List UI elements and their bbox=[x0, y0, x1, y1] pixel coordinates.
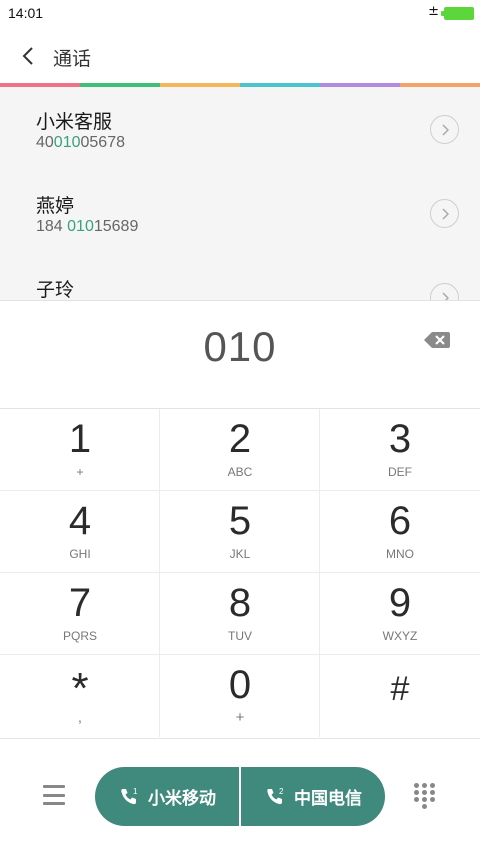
key-hash[interactable]: # bbox=[320, 655, 480, 737]
key-letters: TUV bbox=[228, 629, 252, 643]
keypad-toggle-button[interactable] bbox=[414, 783, 440, 811]
chevron-left-icon bbox=[22, 47, 33, 65]
call-sim2-button[interactable]: 2 中国电信 bbox=[241, 767, 385, 826]
contact-name: 子玲 bbox=[36, 279, 75, 300]
key-digit: 5 bbox=[228, 499, 252, 543]
number-match: 010 bbox=[67, 218, 94, 235]
svg-text:1: 1 bbox=[133, 787, 138, 796]
key-letters: MNO bbox=[386, 547, 414, 561]
key-digit: 4 bbox=[68, 499, 92, 543]
key-0[interactable]: 0 + bbox=[160, 655, 320, 737]
list-item[interactable]: 小米客服 4001005678 bbox=[0, 87, 480, 171]
key-digit: 3 bbox=[388, 417, 412, 461]
battery-icon bbox=[441, 7, 474, 20]
key-digit: # bbox=[390, 670, 410, 708]
charging-icon: ± bbox=[428, 4, 439, 19]
key-digit: 7 bbox=[68, 581, 92, 625]
header: 通话 bbox=[0, 28, 480, 83]
page-title: 通话 bbox=[53, 48, 92, 70]
contact-detail-button[interactable] bbox=[430, 199, 459, 228]
backspace-icon bbox=[424, 332, 450, 348]
key-6[interactable]: 6 MNO bbox=[320, 491, 480, 573]
search-results-list: 小米客服 4001005678 燕婷 184 01015689 子玲 bbox=[0, 87, 480, 300]
status-bar: 14:01 ± bbox=[0, 0, 480, 28]
contact-name: 燕婷 bbox=[36, 195, 75, 217]
dial-keypad: 1 + 2 ABC 3 DEF 4 GHI 5 JKL 6 MNO 7 PQRS 8 TUV 9… bbox=[0, 409, 480, 738]
chevron-right-icon bbox=[441, 291, 449, 300]
status-time: 14:01 bbox=[8, 5, 44, 21]
key-digit: 8 bbox=[228, 581, 252, 625]
call-button-group: 1 小米移动 2 中国电信 bbox=[95, 767, 385, 826]
key-digit: 2 bbox=[228, 417, 252, 461]
key-star[interactable]: *, bbox=[0, 655, 160, 737]
key-letters: + bbox=[76, 465, 84, 479]
key-digit: 0 bbox=[228, 663, 252, 707]
contact-number: 4001005678 bbox=[36, 134, 125, 151]
key-1[interactable]: 1 + bbox=[0, 409, 160, 491]
phone-sim1-icon: 1 bbox=[121, 787, 138, 804]
key-5[interactable]: 5 JKL bbox=[160, 491, 320, 573]
key-letters: PQRS bbox=[62, 629, 97, 643]
contact-detail-button[interactable] bbox=[430, 283, 459, 300]
key-4[interactable]: 4 GHI bbox=[0, 491, 160, 573]
call-sim1-label: 小米移动 bbox=[148, 789, 216, 809]
key-letters: + bbox=[235, 709, 245, 726]
contact-number: 184 01015689 bbox=[36, 218, 139, 235]
key-9[interactable]: 9 WXYZ bbox=[320, 573, 480, 655]
chevron-right-icon bbox=[441, 123, 449, 136]
chevron-right-icon bbox=[441, 207, 449, 220]
menu-button[interactable] bbox=[38, 781, 70, 809]
key-3[interactable]: 3 DEF bbox=[320, 409, 480, 491]
key-digit: 9 bbox=[388, 581, 412, 625]
key-letters: , bbox=[78, 709, 82, 725]
contact-name: 小米客服 bbox=[36, 111, 113, 133]
key-digit: * bbox=[71, 664, 89, 713]
list-item[interactable]: 子玲 bbox=[0, 255, 480, 300]
number-match: 010 bbox=[53, 134, 81, 151]
key-letters: DEF bbox=[388, 465, 412, 479]
key-digit: 1 bbox=[68, 417, 92, 461]
bottom-bar: 1 小米移动 2 中国电信 bbox=[0, 738, 480, 853]
key-letters: GHI bbox=[69, 547, 91, 561]
contact-detail-button[interactable] bbox=[430, 115, 459, 144]
svg-text:2: 2 bbox=[279, 787, 284, 796]
key-letters: ABC bbox=[227, 465, 253, 479]
call-sim1-button[interactable]: 1 小米移动 bbox=[95, 767, 241, 826]
key-7[interactable]: 7 PQRS bbox=[0, 573, 160, 655]
phone-sim2-icon: 2 bbox=[267, 787, 284, 804]
key-2[interactable]: 2 ABC bbox=[160, 409, 320, 491]
dialed-number[interactable]: 010 bbox=[0, 323, 480, 371]
backspace-button[interactable] bbox=[423, 330, 451, 350]
key-digit: 6 bbox=[388, 499, 412, 543]
key-letters: JKL bbox=[229, 547, 251, 561]
key-letters: WXYZ bbox=[382, 629, 418, 643]
menu-icon bbox=[43, 785, 65, 788]
dial-input-area: 010 bbox=[0, 300, 480, 409]
call-sim2-label: 中国电信 bbox=[294, 789, 362, 809]
back-button[interactable] bbox=[14, 42, 42, 70]
list-item[interactable]: 燕婷 184 01015689 bbox=[0, 171, 480, 255]
key-8[interactable]: 8 TUV bbox=[160, 573, 320, 655]
